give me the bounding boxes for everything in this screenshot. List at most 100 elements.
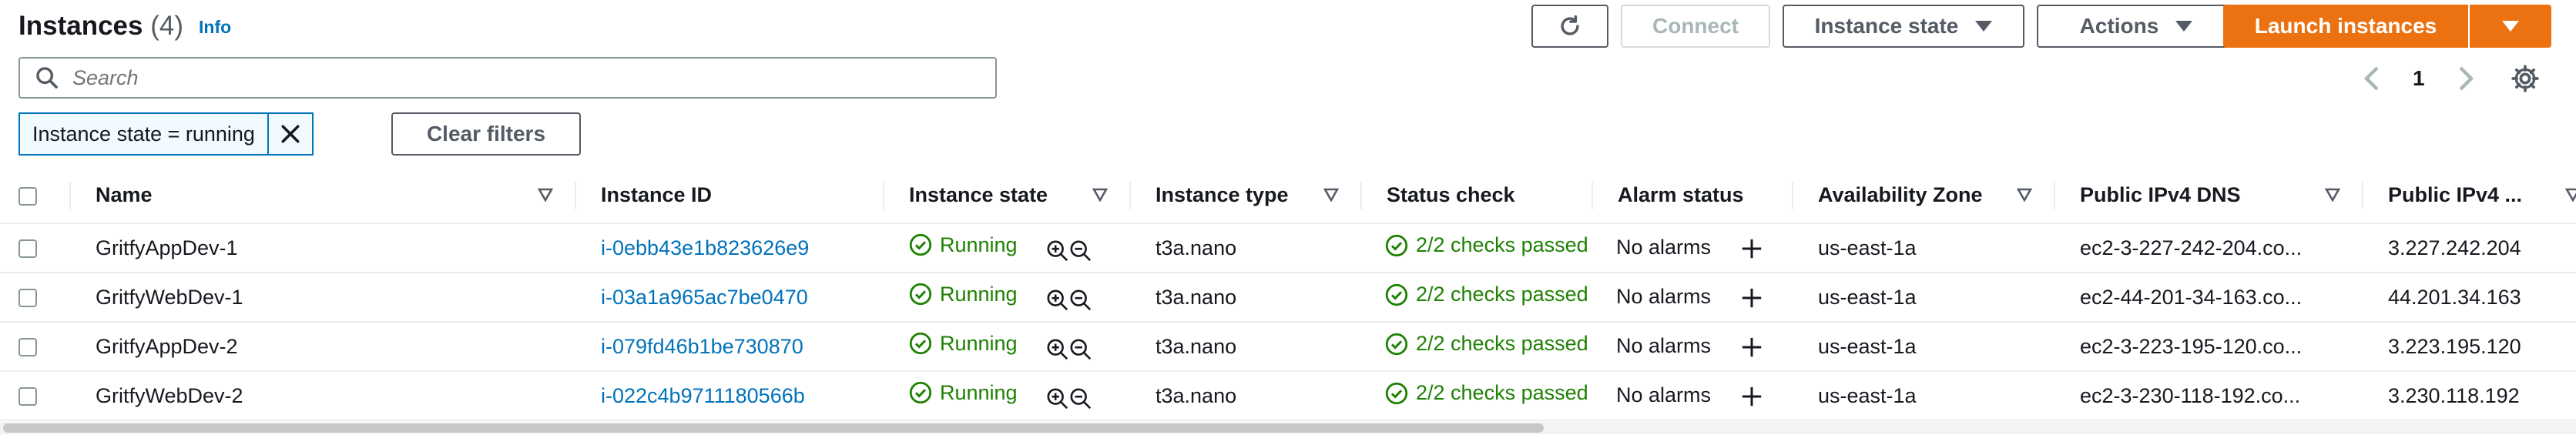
row-select-cell — [0, 273, 71, 323]
row-select-cell — [0, 223, 71, 273]
status-check-badge[interactable]: 2/2 checks passed — [1385, 332, 1588, 356]
instance-id-cell: i-0ebb43e1b823626e9 — [576, 223, 884, 273]
row-checkbox[interactable] — [18, 239, 37, 259]
zoom-out-icon[interactable] — [1069, 338, 1092, 361]
zoom-out-icon[interactable] — [1069, 239, 1092, 263]
column-header-availability-zone[interactable]: Availability Zone — [1793, 168, 2055, 224]
caret-down-icon — [1975, 21, 1993, 32]
search-box[interactable] — [18, 57, 997, 99]
refresh-button[interactable] — [1531, 5, 1608, 48]
availability-zone: us-east-1a — [1793, 223, 2055, 273]
table-row[interactable]: GritfyWebDev-2 i-022c4b9711180566b Runni… — [0, 371, 2576, 421]
gear-icon[interactable] — [2510, 63, 2541, 94]
close-icon — [281, 125, 300, 143]
state-label: Running — [940, 233, 1018, 256]
chevron-left-icon[interactable] — [2362, 65, 2383, 92]
instance-id-link[interactable]: i-022c4b9711180566b — [601, 384, 805, 407]
instance-state-label: Instance state — [1814, 14, 1959, 38]
status-check-cell: 2/2 checks passed — [1362, 223, 1593, 273]
status-check-badge[interactable]: 2/2 checks passed — [1385, 233, 1588, 257]
check-circle-icon — [909, 234, 932, 256]
public-ipv4[interactable]: 3.230.118.192 — [2363, 371, 2576, 421]
column-header-instance-state[interactable]: Instance state — [884, 168, 1131, 224]
public-dns[interactable]: ec2-44-201-34-163.co... — [2055, 273, 2363, 323]
sort-caret-icon — [1092, 188, 1108, 202]
table-row[interactable]: GritfyWebDev-1 i-03a1a965ac7be0470 Runni… — [0, 273, 2576, 323]
instance-type: t3a.nano — [1131, 322, 1362, 372]
chevron-right-icon[interactable] — [2454, 65, 2476, 92]
zoom-in-icon[interactable] — [1046, 387, 1069, 410]
zoom-in-icon[interactable] — [1046, 338, 1069, 361]
public-dns[interactable]: ec2-3-223-195-120.co... — [2055, 322, 2363, 372]
row-checkbox[interactable] — [18, 289, 37, 308]
zoom-out-icon[interactable] — [1069, 289, 1092, 312]
column-header-public-dns[interactable]: Public IPv4 DNS — [2055, 168, 2363, 224]
instance-name: GritfyWebDev-1 — [71, 273, 576, 323]
public-ipv4[interactable]: 3.223.195.120 — [2363, 322, 2576, 372]
scrollbar-thumb[interactable] — [3, 423, 1544, 433]
search-input[interactable] — [71, 65, 983, 91]
row-checkbox[interactable] — [18, 387, 37, 407]
instance-state-cell: Running — [884, 223, 1131, 273]
current-page[interactable]: 1 — [2413, 66, 2425, 91]
instance-name: GritfyAppDev-2 — [71, 322, 576, 372]
select-all-checkbox[interactable] — [18, 186, 37, 206]
row-checkbox[interactable] — [18, 338, 37, 357]
column-header-instance-type[interactable]: Instance type — [1131, 168, 1362, 224]
instance-id-link[interactable]: i-03a1a965ac7be0470 — [601, 286, 808, 309]
alarm-status-cell: No alarms — [1593, 322, 1793, 372]
sort-caret-icon — [2017, 188, 2032, 202]
public-dns[interactable]: ec2-3-227-242-204.co... — [2055, 223, 2363, 273]
public-ipv4[interactable]: 44.201.34.163 — [2363, 273, 2576, 323]
instance-id-link[interactable]: i-0ebb43e1b823626e9 — [601, 236, 809, 259]
instance-state-cell: Running — [884, 322, 1131, 372]
availability-zone: us-east-1a — [1793, 273, 2055, 323]
status-check-cell: 2/2 checks passed — [1362, 322, 1593, 372]
table-row[interactable]: GritfyAppDev-1 i-0ebb43e1b823626e9 Runni… — [0, 223, 2576, 273]
alarm-status-cell: No alarms — [1593, 273, 1793, 323]
actions-dropdown[interactable]: Actions — [2037, 5, 2236, 48]
table-row[interactable]: GritfyAppDev-2 i-079fd46b1be730870 Runni… — [0, 322, 2576, 372]
caret-down-icon — [2502, 21, 2519, 32]
alarm-status-cell: No alarms — [1593, 371, 1793, 421]
instance-state-cell: Running — [884, 371, 1131, 421]
alarm-label: No alarms — [1616, 383, 1712, 407]
instance-id-link[interactable]: i-079fd46b1be730870 — [601, 335, 803, 358]
column-header-instance-id[interactable]: Instance ID — [576, 168, 884, 224]
horizontal-scrollbar[interactable] — [0, 422, 2576, 434]
column-header-status-check[interactable]: Status check — [1362, 168, 1593, 224]
instance-state-dropdown[interactable]: Instance state — [1783, 5, 2024, 48]
check-circle-icon — [909, 333, 932, 355]
launch-options-button[interactable] — [2470, 5, 2551, 48]
plus-icon[interactable] — [1740, 286, 1763, 309]
info-link[interactable]: Info — [199, 17, 231, 38]
alarm-status-cell: No alarms — [1593, 223, 1793, 273]
refresh-icon — [1561, 15, 1579, 35]
status-check-badge[interactable]: 2/2 checks passed — [1385, 381, 1588, 405]
actions-label: Actions — [2079, 14, 2159, 38]
plus-icon[interactable] — [1740, 385, 1763, 408]
page-title: Instances (4) — [18, 8, 183, 45]
instance-id-cell: i-03a1a965ac7be0470 — [576, 273, 884, 323]
zoom-in-icon[interactable] — [1046, 239, 1069, 263]
column-header-public-ipv4[interactable]: Public IPv4 ... — [2363, 168, 2576, 224]
state-badge: Running — [909, 283, 1018, 306]
select-all-header — [0, 168, 71, 224]
table-header-row: Name Instance ID Instance state Instance… — [0, 168, 2576, 224]
zoom-out-icon[interactable] — [1069, 387, 1092, 410]
plus-icon[interactable] — [1740, 237, 1763, 260]
remove-filter-button[interactable] — [267, 114, 312, 154]
plus-icon[interactable] — [1740, 336, 1763, 359]
public-ipv4[interactable]: 3.227.242.204 — [2363, 223, 2576, 273]
availability-zone: us-east-1a — [1793, 322, 2055, 372]
column-header-alarm-status[interactable]: Alarm status — [1593, 168, 1793, 224]
clear-filters-button[interactable]: Clear filters — [391, 112, 581, 156]
zoom-in-icon[interactable] — [1046, 289, 1069, 312]
status-check-label: 2/2 checks passed — [1416, 233, 1588, 257]
status-check-badge[interactable]: 2/2 checks passed — [1385, 283, 1588, 306]
public-dns[interactable]: ec2-3-230-118-192.co... — [2055, 371, 2363, 421]
state-badge: Running — [909, 381, 1018, 405]
column-header-name[interactable]: Name — [71, 168, 576, 224]
launch-instances-button[interactable]: Launch instances — [2223, 5, 2468, 48]
connect-button[interactable]: Connect — [1621, 5, 1770, 48]
